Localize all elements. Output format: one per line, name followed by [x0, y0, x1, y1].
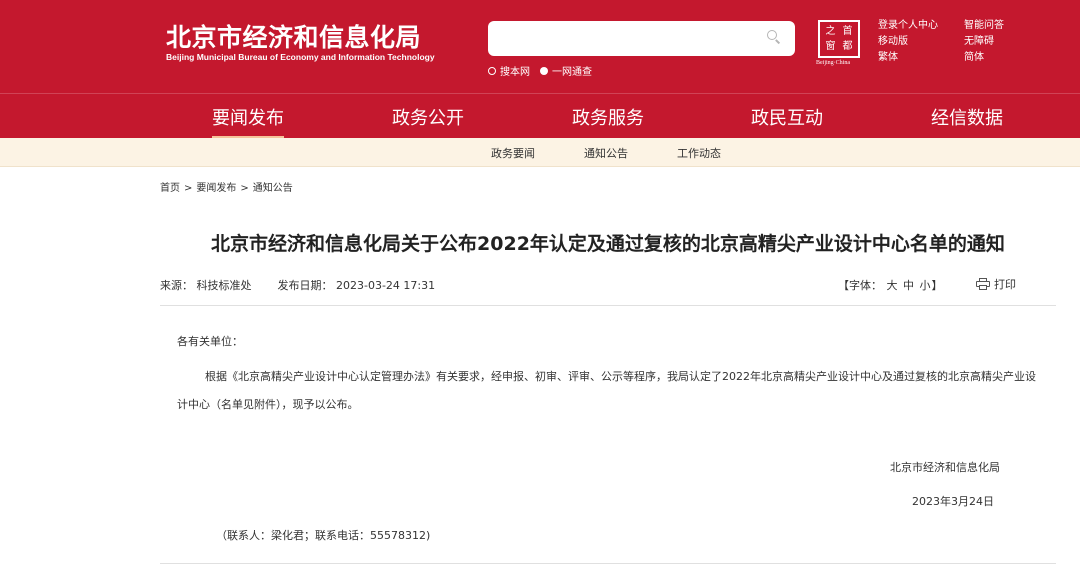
breadcrumb-separator: > [240, 183, 249, 194]
nav-news-release[interactable]: 要闻发布 [212, 104, 284, 139]
font-size-medium-button[interactable]: 中 [903, 279, 914, 292]
breadcrumb-notices[interactable]: 通知公告 [253, 183, 293, 194]
font-size-label-close: 】 [931, 279, 943, 292]
article-salutation: 各有关单位： [177, 335, 243, 348]
nav-public-interaction[interactable]: 政民互动 [751, 104, 823, 130]
font-size-label: 【字体： [838, 279, 882, 292]
site-header: 北京市经济和信息化局 Beijing Municipal Bureau of E… [0, 0, 1080, 93]
print-label: 打印 [994, 278, 1016, 291]
breadcrumb-home[interactable]: 首页 [160, 183, 180, 194]
breadcrumb: 首页 > 要闻发布 > 通知公告 [160, 179, 293, 194]
nav-government-services[interactable]: 政务服务 [572, 104, 644, 130]
source-value: 科技标准处 [196, 279, 252, 292]
traditional-chinese-link[interactable]: 繁体 [878, 51, 964, 64]
site-logo-subtitle: Beijing Municipal Bureau of Economy and … [166, 52, 435, 62]
nav-economy-data[interactable]: 经信数据 [931, 104, 1003, 130]
printer-icon [976, 278, 990, 290]
content-bottom-divider [160, 563, 1056, 564]
article-title: 北京市经济和信息化局关于公布2022年认定及通过复核的北京高精尖产业设计中心名单… [211, 233, 1005, 255]
simplified-chinese-link[interactable]: 简体 [964, 51, 1028, 64]
signature-date: 2023年3月24日 [912, 495, 994, 508]
font-size-switcher: 【字体： 大 中 小】 [838, 277, 943, 293]
search-input[interactable] [488, 21, 795, 56]
radio-unchecked-icon [488, 66, 496, 75]
site-logo-title[interactable]: 北京市经济和信息化局 [166, 18, 421, 54]
font-size-small-button[interactable]: 小 [920, 279, 931, 292]
header-tools: 登录个人中心 智能问答 移动版 无障碍 繁体 简体 [878, 19, 1028, 64]
radio-checked-icon [540, 66, 548, 75]
search-icon[interactable] [767, 30, 781, 44]
mobile-version-link[interactable]: 移动版 [878, 35, 964, 48]
meta-divider [160, 305, 1056, 306]
seal-char: 窗 [825, 41, 836, 52]
subnav-government-news[interactable]: 政务要闻 [491, 145, 535, 161]
nav-government-affairs[interactable]: 政务公开 [392, 104, 464, 130]
date-label: 发布日期： [277, 279, 333, 292]
seal-char: 首 [842, 26, 853, 37]
login-link[interactable]: 登录个人中心 [878, 19, 964, 32]
breadcrumb-news-release[interactable]: 要闻发布 [196, 183, 236, 194]
source-label: 来源： [160, 279, 193, 292]
print-button[interactable]: 打印 [976, 276, 1016, 292]
font-size-large-button[interactable]: 大 [887, 279, 898, 292]
article-meta: 来源： 科技标准处 发布日期： 2023-03-24 17:31 [160, 277, 435, 293]
breadcrumb-separator: > [184, 183, 193, 194]
subnav-notices[interactable]: 通知公告 [584, 145, 628, 161]
publish-date: 2023-03-24 17:31 [336, 279, 436, 292]
smart-qa-link[interactable]: 智能问答 [964, 19, 1028, 32]
main-nav: 要闻发布 政务公开 政务服务 政民互动 经信数据 [0, 93, 1080, 139]
seal-char: 之 [825, 26, 836, 37]
seal-caption: Beijing·China [816, 60, 850, 66]
sub-nav: 政务要闻 通知公告 工作动态 [0, 138, 1080, 167]
subnav-work-updates[interactable]: 工作动态 [677, 145, 721, 161]
search-scope-site[interactable]: 搜本网 [488, 63, 530, 78]
signature-organization: 北京市经济和信息化局 [890, 461, 1000, 474]
contact-info: （联系人：梁化君；联系电话：55578312) [216, 529, 431, 542]
search-scope-label: 搜本网 [500, 67, 530, 78]
capital-window-seal-logo[interactable]: 之 首 窗 都 [818, 20, 860, 58]
seal-char: 都 [842, 41, 853, 52]
search-scope-label: 一网通查 [552, 67, 592, 78]
accessibility-link[interactable]: 无障碍 [964, 35, 1028, 48]
search-scope-options: 搜本网 一网通查 [488, 63, 602, 78]
search-scope-all[interactable]: 一网通查 [540, 63, 592, 78]
article-body-paragraph: 根据《北京高精尖产业设计中心认定管理办法》有关要求，经申报、初审、评审、公示等程… [177, 370, 1036, 411]
